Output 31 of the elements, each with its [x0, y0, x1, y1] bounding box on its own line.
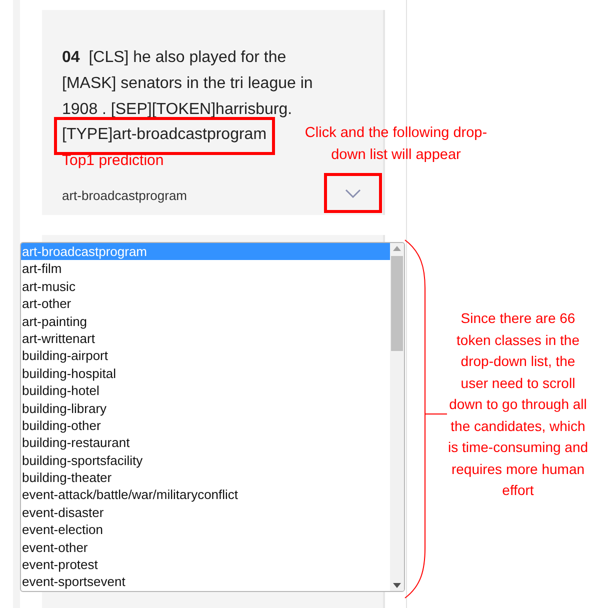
- annotation-text: Since there are 66 token classes in the drop-down list, the user need to scroll down to go through all the candidates, which is time-consuming and requires more human effort: [447, 309, 589, 500]
- scrollbar[interactable]: [390, 243, 404, 591]
- dropdown-list[interactable]: [20, 242, 405, 592]
- chevron-down-icon: [345, 188, 361, 198]
- dropdown-option[interactable]: event-protest: [21, 556, 390, 574]
- dropdown-option[interactable]: building-library: [21, 400, 390, 417]
- dropdown-option[interactable]: building-theater: [21, 469, 390, 486]
- dropdown-option[interactable]: building-hospital: [21, 364, 390, 382]
- prediction-text: art-broadcastprogram: [62, 188, 187, 202]
- dropdown-option[interactable]: art-painting: [21, 312, 390, 330]
- dropdown-option[interactable]: building-hotel: [21, 382, 390, 400]
- scrollbar-thumb[interactable]: [391, 256, 403, 351]
- dropdown-option[interactable]: building-other: [21, 416, 390, 434]
- dropdown-option[interactable]: art-music: [21, 278, 390, 296]
- dropdown-option[interactable]: art-other: [21, 295, 390, 313]
- dropdown-option[interactable]: building-restaurant: [21, 434, 390, 452]
- annotation-text: Top1 prediction: [62, 152, 164, 169]
- dropdown-option[interactable]: event-election: [21, 521, 390, 539]
- dropdown-option[interactable]: event-sportsevent: [21, 573, 390, 591]
- scroll-up-icon[interactable]: [393, 246, 401, 251]
- dropdown-option[interactable]: building-sportsfacility: [21, 452, 390, 470]
- scroll-down-icon[interactable]: [393, 583, 401, 588]
- dropdown-option[interactable]: event-attack/battle/war/militaryconflict: [21, 486, 390, 504]
- dropdown-option[interactable]: building-airport: [21, 347, 390, 365]
- type-text: [TYPE]art-broadcastprogram: [62, 126, 267, 143]
- annotation-text: Click and the following drop-down list will appear: [304, 124, 488, 165]
- dropdown-option[interactable]: art-film: [21, 260, 390, 278]
- dropdown-option[interactable]: art-writtenart: [21, 330, 390, 348]
- sentence-text: 04 [CLS] he also played for the [MASK] senators in the tri league in 1908 . [SEP][TOKEN]harrisburg.: [62, 48, 314, 120]
- dropdown-option[interactable]: event-other: [21, 538, 390, 556]
- dropdown-option[interactable]: event-disaster: [21, 504, 390, 522]
